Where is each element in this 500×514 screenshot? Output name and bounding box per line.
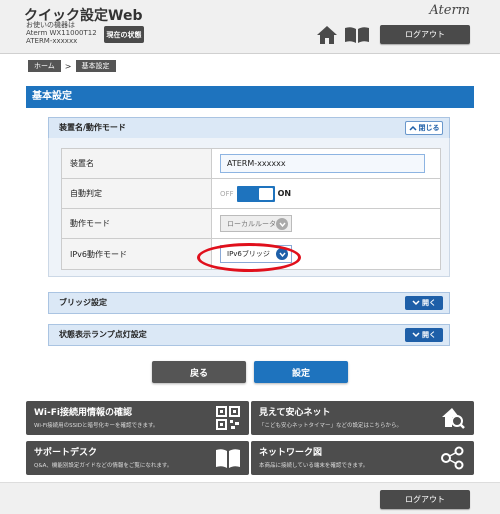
footer-logout-button[interactable]: ログアウト bbox=[380, 490, 470, 509]
footer: ログアウト bbox=[0, 482, 500, 514]
breadcrumb: ホーム > 基本設定 bbox=[28, 60, 116, 72]
breadcrumb-separator: > bbox=[64, 61, 72, 71]
section-title: ブリッジ設定 bbox=[59, 298, 107, 307]
book-icon bbox=[216, 449, 240, 468]
expand-button[interactable]: 開く bbox=[405, 296, 443, 310]
mode-select: ローカルルータ bbox=[220, 215, 292, 232]
tile-title: ネットワーク図 bbox=[259, 448, 323, 458]
expand-label: 開く bbox=[422, 299, 436, 307]
home-icon[interactable] bbox=[316, 25, 338, 45]
chevron-down-icon bbox=[412, 300, 420, 306]
auto-detect-label: 自動判定 bbox=[62, 179, 212, 208]
section-bridge: ブリッジ設定 開く bbox=[48, 292, 450, 314]
chevron-up-icon bbox=[408, 125, 417, 131]
tile-desc: Wi-Fi接続用のSSIDと暗号化キーを確認できます。 bbox=[34, 423, 159, 429]
wifi-info-tile[interactable]: Wi-Fi接続用情報の確認 Wi-Fi接続用のSSIDと暗号化キーを確認できます… bbox=[26, 401, 249, 435]
section-title: 状態表示ランプ点灯設定 bbox=[59, 330, 147, 339]
current-status-button[interactable]: 現在の状態 bbox=[104, 26, 144, 43]
auto-detect-toggle[interactable] bbox=[236, 185, 275, 202]
device-name-input[interactable]: ATERM-xxxxxx bbox=[220, 154, 425, 173]
expand-button[interactable]: 開く bbox=[405, 328, 443, 342]
tile-title: サポートデスク bbox=[34, 448, 98, 458]
section-device-mode: 装置名/動作モード 閉じる bbox=[48, 117, 450, 139]
safe-net-tile[interactable]: 見えて安心ネット 「こども安心ネットタイマー」などの設定はこちらから。 bbox=[251, 401, 474, 435]
logout-button[interactable]: ログアウト bbox=[380, 25, 470, 44]
highlight-circle bbox=[197, 243, 301, 272]
table-row: 自動判定 OFF ON bbox=[62, 179, 440, 209]
network-icon bbox=[441, 446, 464, 470]
section-lamp: 状態表示ランプ点灯設定 開く bbox=[48, 324, 450, 346]
tile-desc: 本商品に接続している端末を確認できます。 bbox=[259, 463, 369, 469]
breadcrumb-current: 基本設定 bbox=[75, 60, 116, 72]
mode-select-value: ローカルルータ bbox=[227, 219, 276, 228]
device-name-label: 装置名 bbox=[62, 149, 212, 178]
section-title: 装置名/動作モード bbox=[59, 123, 126, 132]
qr-code-icon bbox=[216, 406, 240, 430]
tile-desc: 「こども安心ネットタイマー」などの設定はこちらから。 bbox=[259, 423, 403, 429]
house-search-icon bbox=[442, 408, 465, 429]
manual-book-icon[interactable] bbox=[344, 26, 370, 44]
apply-button[interactable]: 設定 bbox=[254, 361, 348, 383]
tile-title: 見えて安心ネット bbox=[259, 408, 331, 418]
collapse-button[interactable]: 閉じる bbox=[405, 121, 443, 135]
table-row: 動作モード ローカルルータ bbox=[62, 209, 440, 239]
breadcrumb-home[interactable]: ホーム bbox=[28, 60, 61, 72]
tile-title: Wi-Fi接続用情報の確認 bbox=[34, 408, 132, 418]
table-row: 装置名 ATERM-xxxxxx bbox=[62, 149, 440, 179]
mode-label: 動作モード bbox=[62, 209, 212, 238]
chevron-down-icon bbox=[276, 218, 288, 230]
tile-desc: Q&A、機能別設定ガイドなどの情報をご覧になれます。 bbox=[34, 463, 173, 469]
page-title: 基本設定 bbox=[26, 86, 474, 108]
switch-on-label: ON bbox=[277, 189, 292, 198]
network-map-tile[interactable]: ネットワーク図 本商品に接続している端末を確認できます。 bbox=[251, 441, 474, 475]
ipv6-mode-label: IPv6動作モード bbox=[62, 239, 212, 269]
device-model: Aterm WX11000T12 bbox=[26, 29, 97, 37]
expand-label: 開く bbox=[422, 331, 436, 339]
header: クイック設定Web お使いの機器は Aterm WX11000T12 ATERM… bbox=[0, 0, 500, 54]
device-name: ATERM-xxxxxx bbox=[26, 37, 78, 45]
brand-logo: Aterm bbox=[429, 3, 470, 18]
switch-off-label: OFF bbox=[220, 189, 234, 198]
collapse-label: 閉じる bbox=[418, 124, 440, 132]
back-button[interactable]: 戻る bbox=[152, 361, 246, 383]
support-desk-tile[interactable]: サポートデスク Q&A、機能別設定ガイドなどの情報をご覧になれます。 bbox=[26, 441, 249, 475]
device-label: お使いの機器は bbox=[26, 21, 75, 29]
chevron-down-icon bbox=[412, 332, 420, 338]
